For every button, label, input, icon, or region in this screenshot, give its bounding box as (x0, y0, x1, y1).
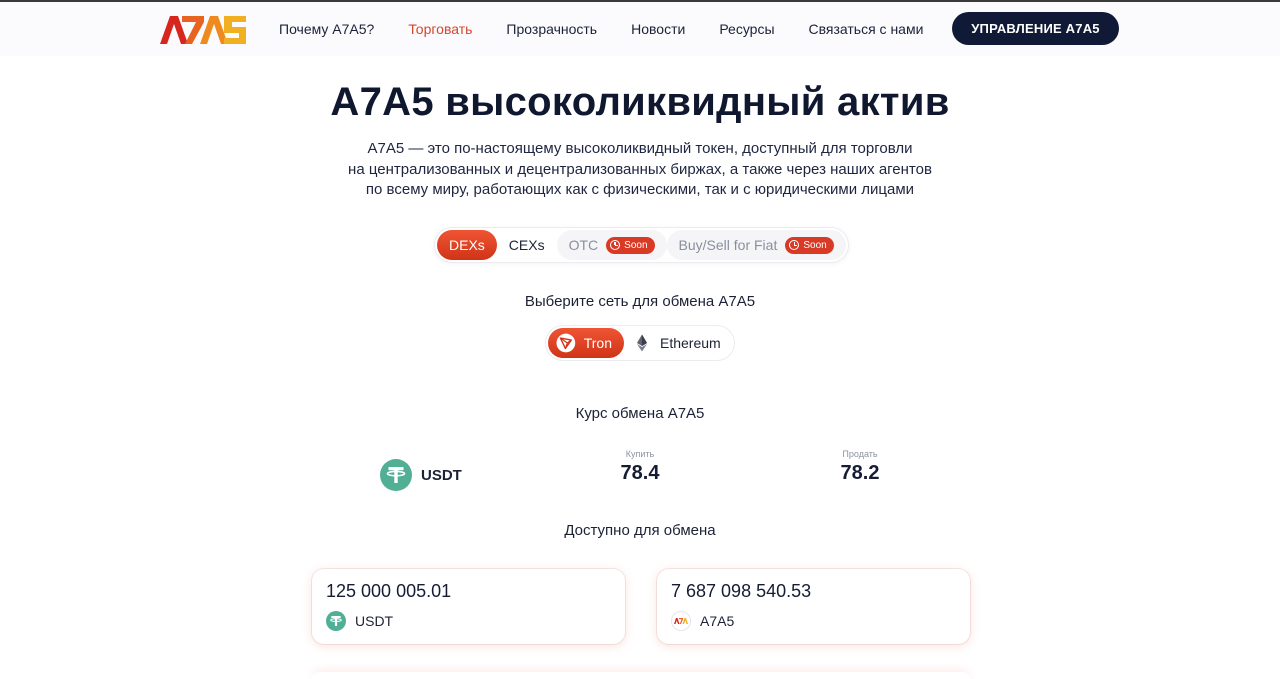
network-select-label: Выберите сеть для обмена A7A5 (524, 293, 756, 310)
tab-otc[interactable]: OTC Soon (556, 230, 667, 260)
exchange-rate-title: Курс обмена A7A5 (575, 405, 705, 422)
network-option-tron[interactable]: Tron (548, 328, 624, 358)
a7a5-icon (671, 611, 691, 631)
tab-dexs-label: DEXs (449, 237, 485, 253)
available-amount: 7 687 098 540.53 (671, 581, 812, 601)
nav-transparency[interactable]: Прозрачность (506, 21, 597, 37)
sell-rate: Продать 78.2 (820, 449, 900, 485)
manage-a7a5-button[interactable]: УПРАВЛЕНИЕ A7A5 (952, 12, 1119, 45)
sell-rate-label: Продать (842, 449, 878, 459)
nav-trade[interactable]: Торговать (408, 21, 472, 37)
page-title: A7A5 высоколиквидный актив (330, 80, 950, 124)
network-option-ethereum-label: Ethereum (660, 335, 721, 351)
tab-cexs-label: CEXs (508, 237, 545, 253)
network-option-ethereum[interactable]: Ethereum (624, 328, 733, 358)
tab-dexs[interactable]: DEXs (437, 230, 497, 260)
usdt-icon (380, 459, 412, 491)
available-amount: 125 000 005.01 (326, 581, 452, 601)
tab-buy-sell-fiat[interactable]: Buy/Sell for Fiat Soon (666, 230, 846, 260)
rate-asset-label: USDT (421, 466, 462, 484)
main-nav: Почему A7A5? Торговать Прозрачность Ново… (279, 2, 957, 56)
usdt-icon (326, 611, 346, 631)
available-card-usdt: 125 000 005.01 USDT (312, 569, 625, 644)
tab-cexs[interactable]: CEXs (497, 230, 557, 260)
soon-badge: Soon (785, 236, 834, 254)
available-card-a7a5: 7 687 098 540.53 A7A5 (657, 569, 970, 644)
site-header: Почему A7A5? Торговать Прозрачность Ново… (0, 2, 1280, 56)
available-title: Доступно для обмена (564, 522, 716, 539)
a7a5-logo[interactable] (160, 14, 246, 44)
sell-rate-value: 78.2 (840, 462, 880, 484)
available-currency-label: USDT (355, 613, 394, 629)
clock-icon (610, 240, 621, 250)
buy-rate-label: Купить (625, 449, 655, 459)
buy-rate-value: 78.4 (620, 462, 660, 484)
nav-contact[interactable]: Связаться с нами (809, 21, 924, 37)
ethereum-icon (637, 334, 647, 352)
rate-asset: USDT (380, 459, 462, 491)
hero-description: A7A5 — это по-настоящему высоколиквидный… (300, 139, 980, 201)
soon-badge: Soon (606, 236, 655, 254)
available-currency-label: A7A5 (700, 613, 735, 629)
network-switch: Tron Ethereum (545, 325, 735, 361)
tab-buy-sell-fiat-label: Buy/Sell for Fiat (678, 237, 778, 253)
hero-description-line: по всему миру, работающих как с физическ… (365, 181, 915, 198)
hero-description-line: на централизованных и децентрализованных… (348, 160, 932, 178)
next-card-edge (312, 672, 970, 679)
tron-icon (556, 333, 576, 353)
available-currency: USDT (326, 611, 611, 631)
hero-description-line: A7A5 — это по-настоящему высоколиквидный… (367, 140, 913, 157)
available-currency: A7A5 (671, 611, 956, 631)
tab-otc-label: OTC (568, 237, 599, 253)
soon-badge-label: Soon (803, 239, 827, 251)
nav-why-a7a5[interactable]: Почему A7A5? (279, 21, 374, 37)
nav-news[interactable]: Новости (631, 21, 685, 37)
nav-resources[interactable]: Ресурсы (719, 21, 774, 37)
network-option-tron-label: Tron (583, 335, 612, 351)
trade-venue-tabs: DEXs CEXs OTC Soon Buy/Sell for Fiat Soo… (434, 227, 849, 263)
buy-rate: Купить 78.4 (600, 449, 680, 485)
soon-badge-label: Soon (624, 239, 648, 251)
clock-icon (789, 240, 800, 250)
